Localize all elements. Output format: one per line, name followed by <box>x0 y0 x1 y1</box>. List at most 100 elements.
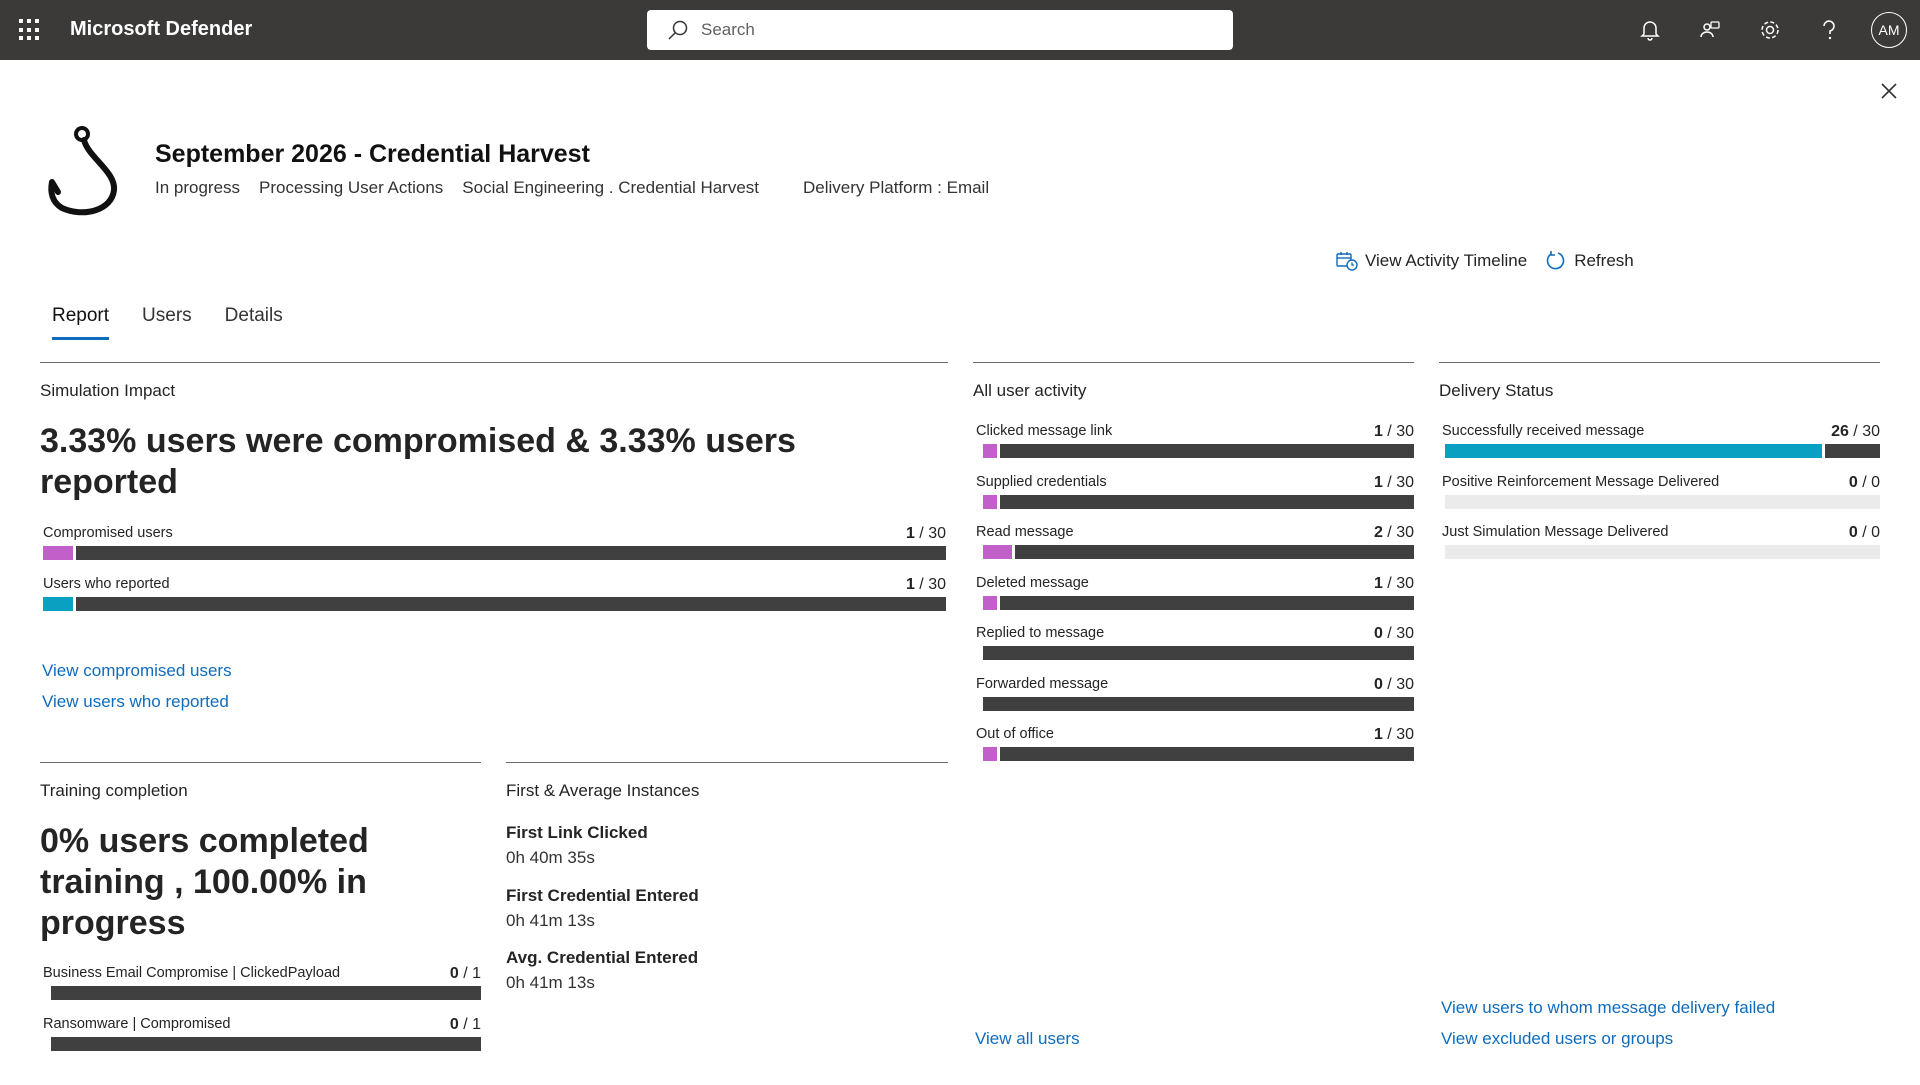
tab-report[interactable]: Report <box>52 305 110 340</box>
all-user-activity-title: All user activity <box>973 381 1087 400</box>
row-count: 1 / 30 <box>905 576 946 593</box>
row-label: Successfully received message <box>1442 423 1645 439</box>
activity-row: Deleted message 1 / 30 <box>976 575 1414 615</box>
first-link-clicked-value: 0h 40m 35s <box>506 848 595 867</box>
instances-panel: First & Average Instances First Link Cli… <box>506 762 948 1062</box>
top-bar: Microsoft Defender AM <box>0 0 1920 60</box>
progress-bar <box>51 986 481 1000</box>
row-count: 1 / 30 <box>1373 726 1414 743</box>
progress-bar <box>983 545 1414 559</box>
progress-rest <box>51 986 481 1000</box>
progress-rest <box>76 546 946 560</box>
refresh-icon <box>1546 251 1565 270</box>
delivery-status-panel: Delivery Status Successfully received me… <box>1439 362 1880 1052</box>
simulation-impact-title: Simulation Impact <box>40 381 176 400</box>
delivery-row: Just Simulation Message Delivered 0 / 0 <box>1442 524 1880 564</box>
compromised-users-row: Compromised users 1 / 30 <box>43 525 946 565</box>
progress-fill <box>983 596 998 610</box>
progress-fill <box>983 747 998 761</box>
row-label: Replied to message <box>976 625 1105 641</box>
row-label: Read message <box>976 524 1074 540</box>
first-link-clicked-label: First Link Clicked <box>506 823 648 842</box>
progress-bar <box>983 495 1414 509</box>
progress-rest <box>1000 444 1414 458</box>
close-icon[interactable] <box>1878 80 1900 102</box>
settings-icon[interactable] <box>1756 16 1784 44</box>
view-activity-timeline-button[interactable]: View Activity Timeline <box>1336 250 1527 272</box>
row-label: Ransomware | Compromised <box>43 1016 231 1032</box>
row-count: 0 / 1 <box>449 1016 481 1033</box>
app-title[interactable]: Microsoft Defender <box>70 18 252 41</box>
hook-icon <box>44 122 124 223</box>
progress-rest <box>983 646 1414 660</box>
search-input[interactable] <box>701 20 1201 40</box>
training-row: Business Email Compromise | ClickedPaylo… <box>43 965 481 1005</box>
users-who-reported-row: Users who reported 1 / 30 <box>43 576 946 616</box>
timeline-icon <box>1336 252 1358 271</box>
row-label: Out of office <box>976 726 1054 742</box>
first-credential-entered-value: 0h 41m 13s <box>506 911 595 930</box>
technique-text: Social Engineering . Credential Harvest <box>462 178 760 197</box>
progress-bar <box>983 444 1414 458</box>
view-compromised-users-link[interactable]: View compromised users <box>42 661 232 681</box>
row-label: Users who reported <box>43 576 170 592</box>
instances-title: First & Average Instances <box>506 781 700 800</box>
search-box[interactable] <box>647 10 1233 50</box>
refresh-button[interactable]: Refresh <box>1545 250 1634 272</box>
row-count: 1 / 30 <box>1373 423 1414 440</box>
view-delivery-failed-link[interactable]: View users to whom message delivery fail… <box>1441 998 1775 1018</box>
view-activity-timeline-label: View Activity Timeline <box>1365 251 1528 270</box>
progress-rest <box>983 697 1414 711</box>
progress-fill <box>43 546 74 560</box>
stage-text: Processing User Actions <box>259 178 444 197</box>
progress-rest <box>76 597 946 611</box>
progress-fill <box>43 597 74 611</box>
progress-bar <box>43 546 946 560</box>
row-label: Business Email Compromise | ClickedPaylo… <box>43 965 341 981</box>
row-count: 1 / 30 <box>905 525 946 542</box>
row-count: 0 / 0 <box>1848 474 1880 491</box>
platform-text: Delivery Platform : Email <box>803 178 990 197</box>
progress-bar <box>43 597 946 611</box>
view-users-who-reported-link[interactable]: View users who reported <box>42 692 229 712</box>
training-headline: 0% users completed training , 100.00% in… <box>40 822 369 942</box>
progress-fill <box>983 495 998 509</box>
progress-bar <box>983 596 1414 610</box>
delivery-status-title: Delivery Status <box>1439 381 1554 400</box>
row-count: 1 / 30 <box>1373 474 1414 491</box>
community-icon[interactable] <box>1696 16 1724 44</box>
progress-fill <box>983 545 1012 559</box>
avatar[interactable]: AM <box>1871 12 1907 48</box>
activity-row: Forwarded message 0 / 30 <box>976 676 1414 716</box>
progress-rest <box>1825 444 1880 458</box>
tab-details[interactable]: Details <box>225 305 283 340</box>
progress-fill <box>1445 444 1822 458</box>
progress-rest <box>1000 596 1414 610</box>
training-completion-title: Training completion <box>40 781 188 800</box>
row-label: Compromised users <box>43 525 173 541</box>
row-count: 0 / 1 <box>449 965 481 982</box>
row-count: 1 / 30 <box>1373 575 1414 592</box>
progress-bar <box>1445 495 1880 509</box>
delivery-row: Successfully received message 26 / 30 <box>1442 423 1880 463</box>
app-launcher-icon[interactable] <box>19 19 41 41</box>
activity-row: Replied to message 0 / 30 <box>976 625 1414 665</box>
impact-headline: 3.33% users were compromised & 3.33% use… <box>40 422 796 501</box>
row-label: Forwarded message <box>976 676 1109 692</box>
refresh-label: Refresh <box>1574 251 1634 270</box>
tab-users[interactable]: Users <box>142 305 192 340</box>
activity-row: Supplied credentials 1 / 30 <box>976 474 1414 514</box>
page-title: September 2026 - Credential Harvest <box>155 140 590 168</box>
activity-row: Out of office 1 / 30 <box>976 726 1414 766</box>
view-excluded-users-link[interactable]: View excluded users or groups <box>1441 1029 1673 1049</box>
avg-credential-entered-value: 0h 41m 13s <box>506 973 595 992</box>
notifications-icon[interactable] <box>1636 16 1664 44</box>
all-user-activity-panel: All user activity Clicked message link 1 … <box>973 362 1414 1052</box>
view-all-users-link[interactable]: View all users <box>975 1029 1080 1049</box>
row-count: 0 / 30 <box>1373 625 1414 642</box>
help-icon[interactable] <box>1815 16 1843 44</box>
progress-bar <box>983 697 1414 711</box>
search-icon <box>668 20 688 40</box>
row-label: Positive Reinforcement Message Delivered <box>1442 474 1720 490</box>
row-count: 26 / 30 <box>1831 423 1880 440</box>
